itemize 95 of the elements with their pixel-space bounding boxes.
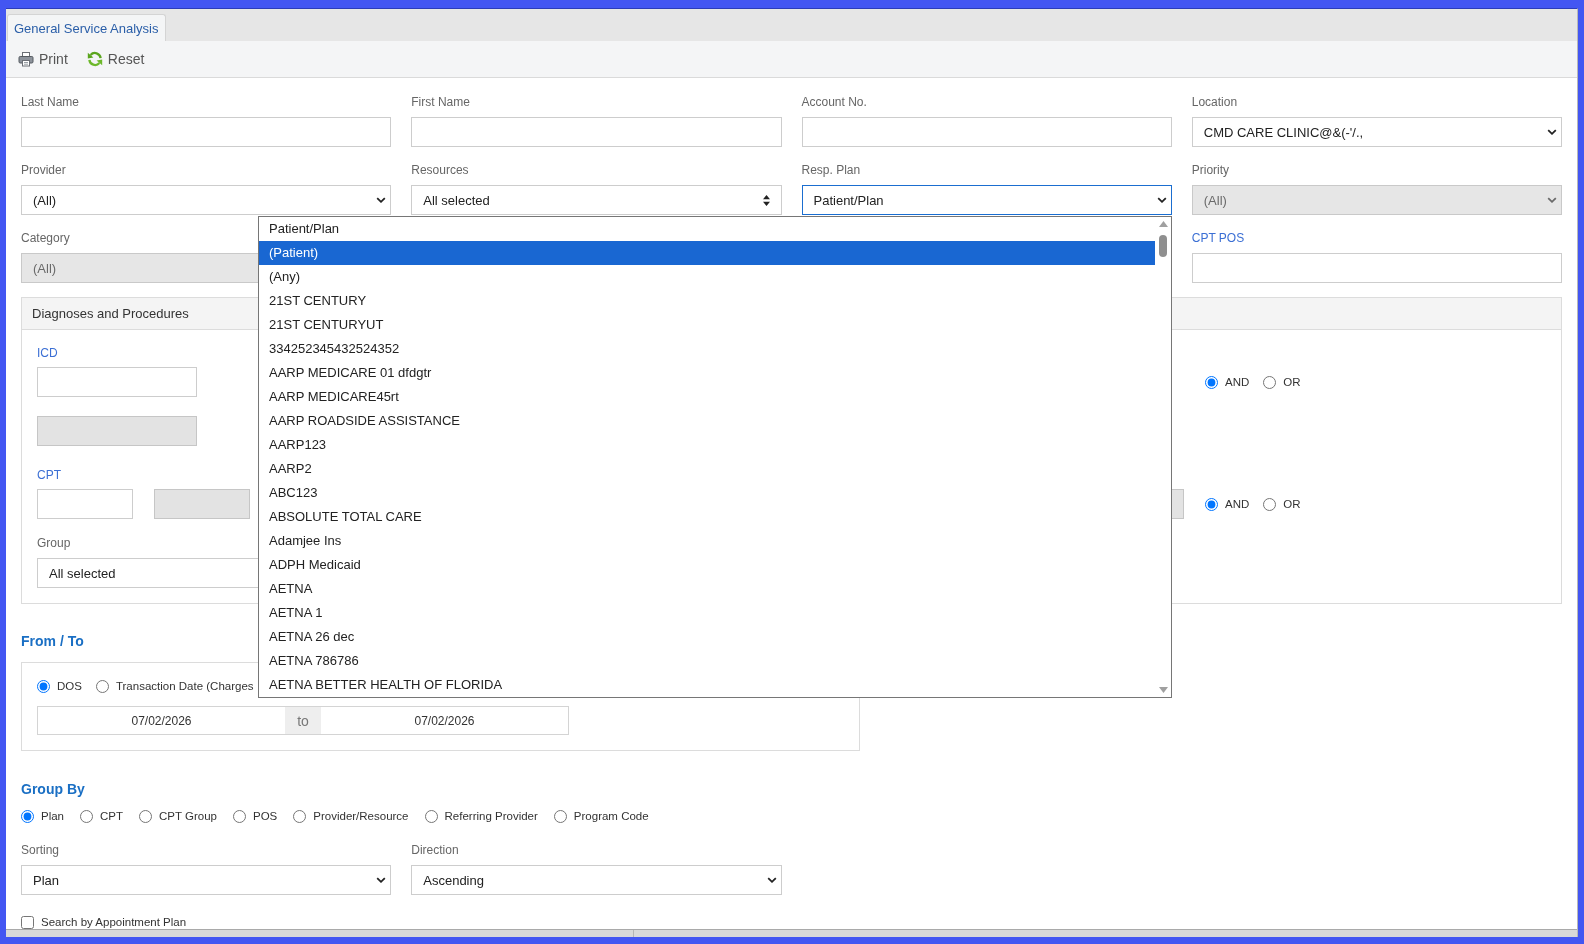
dropdown-option[interactable]: AETNA 786786 <box>259 649 1155 673</box>
radio-label: CPT <box>100 809 124 824</box>
reset-button[interactable]: Reset <box>86 51 145 67</box>
dropdown-select[interactable]: Patient/Plan <box>801 185 1172 215</box>
field-label: Provider <box>21 162 66 178</box>
dropdown-option[interactable]: AARP2 <box>259 457 1155 481</box>
dropdown-option[interactable]: AARP123 <box>259 433 1155 457</box>
dropdown-option[interactable]: 334252345432524352 <box>259 337 1155 361</box>
dropdown-option[interactable]: AARP MEDICARE 01 dfdgtr <box>259 361 1155 385</box>
dropdown-option[interactable]: AETNA 26 dec <box>259 625 1155 649</box>
radio-label: AND <box>1225 497 1250 512</box>
radio-label: OR <box>1283 375 1301 390</box>
radio-button[interactable] <box>95 679 109 693</box>
scrollbar-thumb[interactable] <box>1159 235 1167 257</box>
radio-button[interactable] <box>293 809 307 823</box>
field-label: Resources <box>411 162 469 178</box>
dropdown-option[interactable]: (Patient) <box>259 241 1155 265</box>
radio-label: Program Code <box>573 809 649 824</box>
radio-button[interactable] <box>424 809 438 823</box>
radio-button[interactable] <box>1263 497 1277 511</box>
radio-button[interactable] <box>233 809 246 823</box>
radio-label: Provider/Resource <box>313 809 409 824</box>
field-label: Priority <box>1191 162 1230 178</box>
print-button[interactable]: Print <box>18 51 68 67</box>
radio-label: Transaction Date (Charges <box>115 679 254 694</box>
radio-button[interactable] <box>1205 497 1218 511</box>
field-label: Account No. <box>801 94 867 110</box>
field-label: Category <box>21 230 70 246</box>
chevron-down-icon <box>766 877 777 883</box>
up-down-arrows-icon <box>762 194 770 206</box>
checkbox-label: Search by Appointment Plan <box>41 915 187 929</box>
date-input[interactable]: 07/02/2026 <box>321 706 569 735</box>
radio-button[interactable] <box>139 809 153 823</box>
checkbox[interactable] <box>21 915 34 929</box>
text-input[interactable] <box>1191 253 1562 283</box>
field-label: Group <box>37 535 71 551</box>
text-input[interactable] <box>21 117 392 147</box>
dropdown-select[interactable]: CMD CARE CLINIC@&(-'/., <box>1191 117 1562 147</box>
text-input[interactable] <box>37 489 133 519</box>
field-label: Last Name <box>21 94 80 110</box>
dropdown-option[interactable]: AARP MEDICARE45rt <box>259 385 1155 409</box>
multiselect-dropdown[interactable]: All selected <box>37 558 261 588</box>
radio-button[interactable] <box>80 809 94 823</box>
radio-label: Referring Provider <box>444 809 538 824</box>
refresh-icon <box>86 51 103 67</box>
dropdown-list[interactable] <box>258 216 1172 698</box>
field-label: Resp. Plan <box>801 162 861 178</box>
dropdown-option[interactable]: Adamjee Ins <box>259 529 1155 553</box>
field-label[interactable]: CPT <box>37 467 61 483</box>
chevron-down-icon <box>376 197 387 203</box>
radio-button[interactable] <box>37 679 50 693</box>
chevron-down-icon <box>376 877 387 883</box>
triangle-up-icon[interactable] <box>1158 221 1168 227</box>
field-label: Sorting <box>21 842 60 858</box>
dropdown-option[interactable]: AETNA BETTER HEALTH OF FLORIDA <box>259 673 1155 697</box>
dropdown-option[interactable]: Patient/Plan <box>259 217 1155 241</box>
section-heading: Group By <box>21 781 85 797</box>
dropdown-option[interactable]: ADPH Medicaid <box>259 553 1155 577</box>
chevron-down-icon <box>1547 129 1557 135</box>
field-label: Direction <box>411 842 459 858</box>
section-heading: From / To <box>21 633 84 649</box>
radio-label: CPT Group <box>159 809 217 824</box>
dropdown-option[interactable]: ABC123 <box>259 481 1155 505</box>
dropdown-option[interactable]: (Any) <box>259 265 1155 289</box>
chevron-down-icon <box>1547 197 1557 203</box>
text-input[interactable] <box>801 117 1172 147</box>
text-input[interactable] <box>37 367 197 397</box>
printer-icon <box>18 51 34 67</box>
dropdown-option[interactable]: AARP ROADSIDE ASSISTANCE <box>259 409 1155 433</box>
field-label: Location <box>1191 94 1238 110</box>
field-label: First Name <box>411 94 470 110</box>
radio-label: OR <box>1283 497 1301 512</box>
dropdown-select[interactable]: Plan <box>21 865 392 895</box>
field-label[interactable]: ICD <box>37 345 58 361</box>
range-separator: to <box>285 706 321 735</box>
dropdown-option[interactable]: AETNA <box>259 577 1155 601</box>
chevron-down-icon <box>1156 197 1167 203</box>
triangle-down-icon[interactable] <box>1158 687 1168 693</box>
tab[interactable]: General Service Analysis <box>7 14 166 41</box>
dropdown-select[interactable]: Ascending <box>411 865 782 895</box>
dropdown-option[interactable]: ABSOLUTE TOTAL CARE <box>259 505 1155 529</box>
radio-button[interactable] <box>1205 375 1218 389</box>
text-input[interactable] <box>411 117 782 147</box>
field-label[interactable]: CPT POS <box>1191 230 1245 246</box>
radio-label: POS <box>253 809 278 824</box>
radio-button[interactable] <box>1263 375 1277 389</box>
dropdown-option[interactable]: AETNA 1 <box>259 601 1155 625</box>
dropdown-select[interactable]: (All) <box>21 185 392 215</box>
radio-label: Plan <box>41 809 65 824</box>
radio-label: DOS <box>57 679 82 694</box>
radio-button[interactable] <box>21 809 34 823</box>
multiselect-dropdown[interactable]: All selected <box>411 185 782 215</box>
radio-label: AND <box>1225 375 1250 390</box>
radio-button[interactable] <box>553 809 567 823</box>
date-input[interactable]: 07/02/2026 <box>37 706 285 735</box>
